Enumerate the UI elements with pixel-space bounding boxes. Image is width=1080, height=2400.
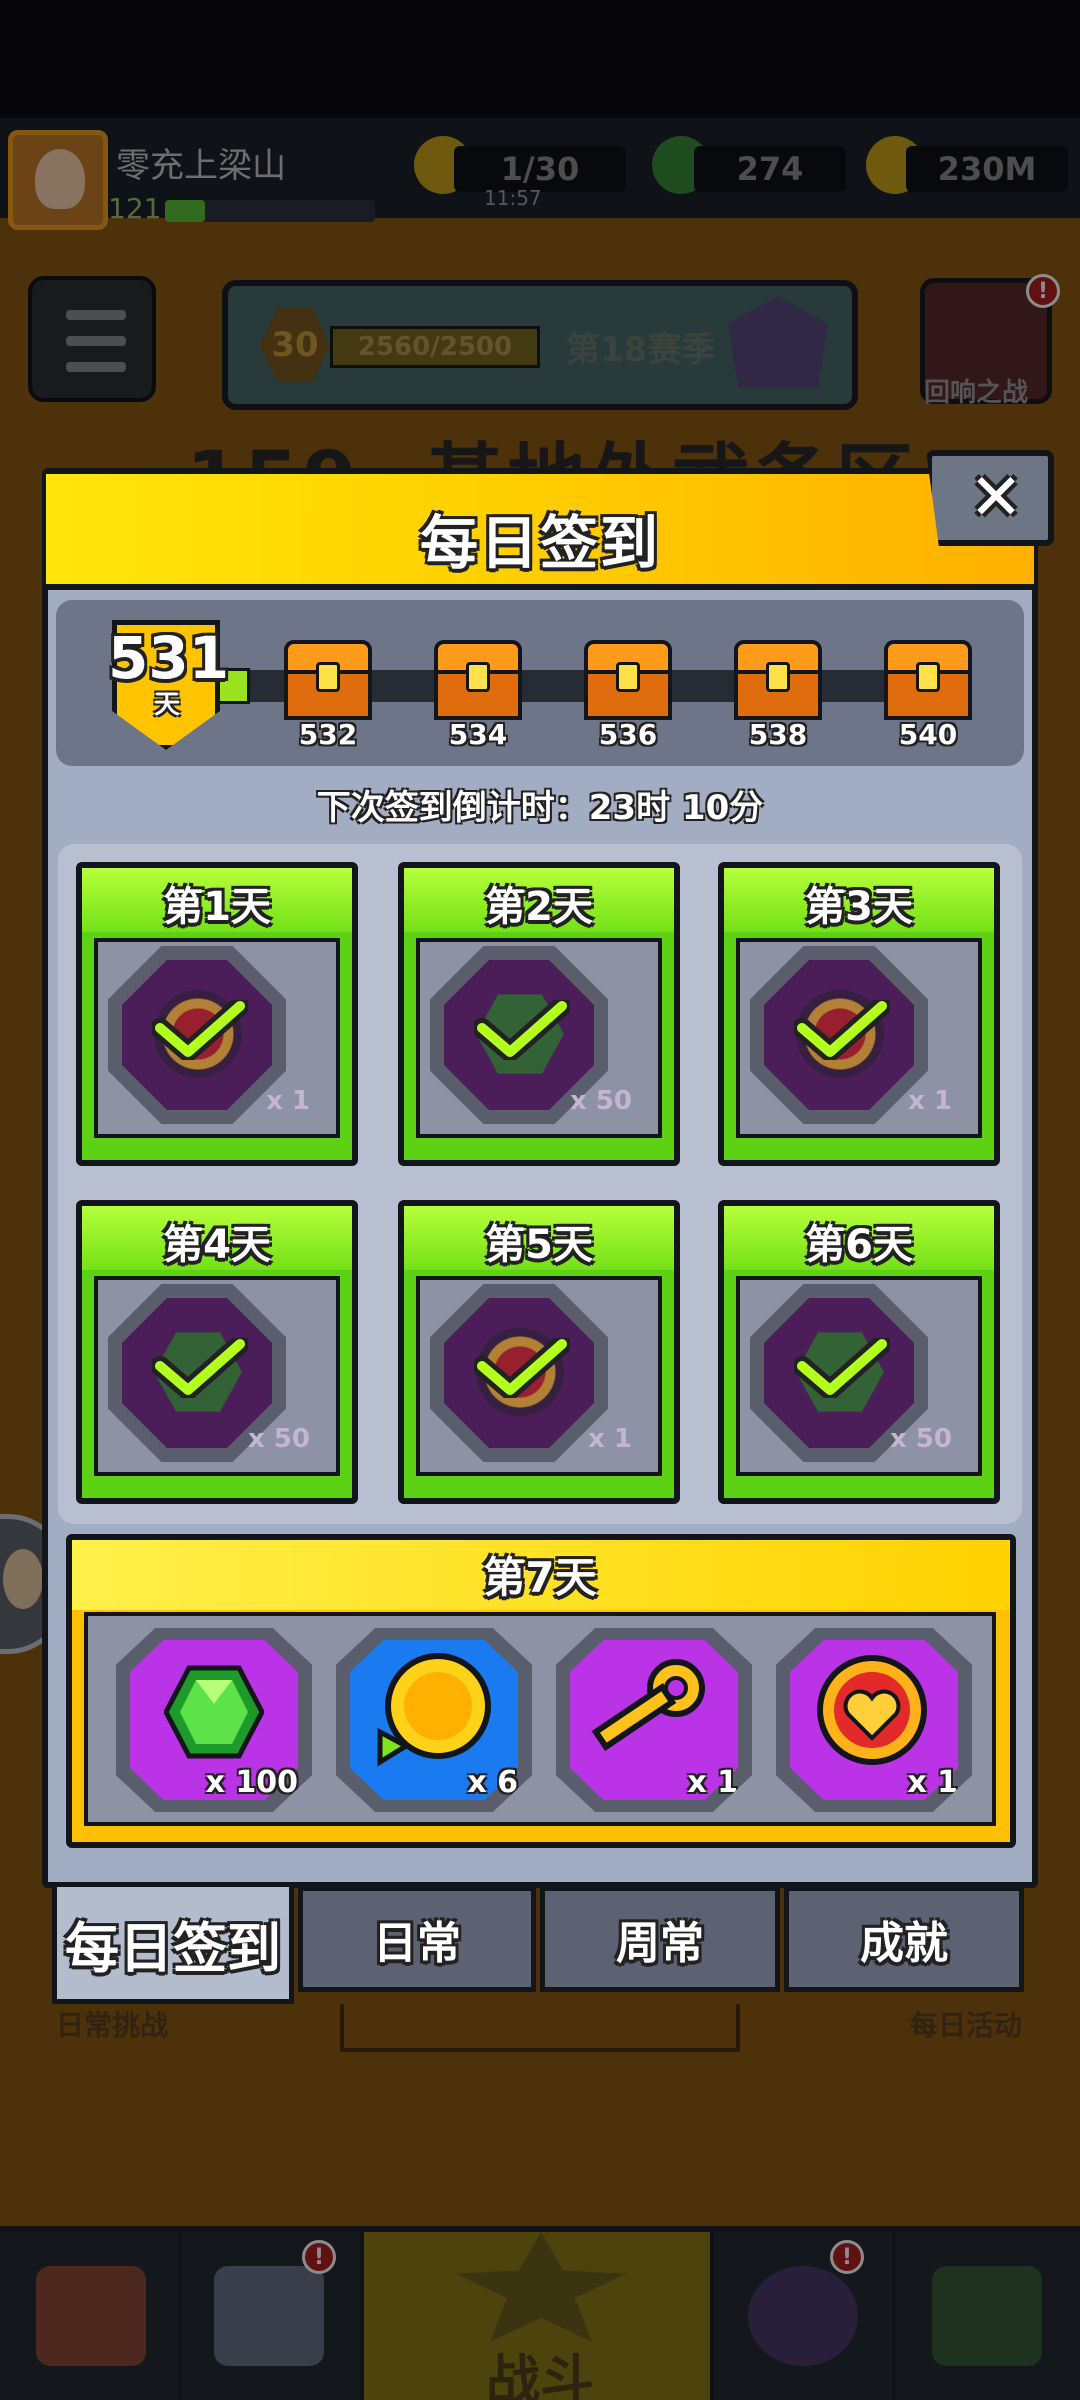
check-icon [152, 1000, 248, 1060]
day-title: 第1天 [163, 884, 271, 930]
tab-label: 日常 [373, 1918, 461, 1969]
reward-qty: x 1 [687, 1765, 738, 1800]
check-icon [794, 1000, 890, 1060]
reward-qty: x 100 [205, 1765, 298, 1800]
reward-slot[interactable]: x 6 [336, 1628, 532, 1812]
reward-qty: x 1 [266, 1086, 310, 1116]
reward-slot[interactable]: x 1 [776, 1628, 972, 1812]
chest-icon[interactable] [284, 640, 372, 722]
tab-label: 成就 [860, 1918, 948, 1969]
reward-qty: x 1 [908, 1086, 952, 1116]
green-gem-icon [164, 1665, 264, 1759]
day-title: 第3天 [805, 884, 913, 930]
check-icon [794, 1338, 890, 1398]
check-icon [474, 1000, 570, 1060]
chest-label: 532 [298, 718, 358, 751]
day-card[interactable]: 第4天 x 50 [76, 1200, 358, 1504]
tab-label: 每日签到 [65, 1916, 281, 1980]
next-checkin-countdown: 下次签到倒计时：23时 10分 [316, 788, 764, 828]
day-card[interactable]: 第6天 x 50 [718, 1200, 1000, 1504]
reward-qty: x 1 [907, 1765, 958, 1800]
gold-coin-icon [377, 1653, 491, 1767]
streak-day-count: 531 [108, 624, 230, 692]
chest-icon[interactable] [434, 640, 522, 722]
tab-achievements[interactable]: 成就 [784, 1886, 1024, 1992]
chest-label: 536 [598, 718, 658, 751]
chest-label: 534 [448, 718, 508, 751]
tab-daily-checkin[interactable]: 每日签到 [52, 1882, 294, 2004]
day-title: 第5天 [485, 1222, 593, 1268]
day-card[interactable]: 第1天 x 1 [76, 862, 358, 1166]
chest-icon[interactable] [884, 640, 972, 722]
key-icon [591, 1659, 705, 1751]
modal-title: 每日签到 [419, 509, 660, 577]
day-card[interactable]: 第3天 x 1 [718, 862, 1000, 1166]
reward-qty: x 50 [247, 1424, 310, 1454]
chest-icon[interactable] [734, 640, 822, 722]
reward-qty: x 1 [588, 1424, 632, 1454]
tab-weekly[interactable]: 周常 [540, 1886, 780, 1992]
reward-qty: x 6 [467, 1765, 518, 1800]
reward-slot[interactable]: x 1 [556, 1628, 752, 1812]
tab-label: 周常 [616, 1918, 704, 1969]
close-icon: ✕ [969, 461, 1023, 535]
check-icon [152, 1338, 248, 1398]
day-title: 第2天 [485, 884, 593, 930]
chest-icon[interactable] [584, 640, 672, 722]
chest-label: 538 [748, 718, 808, 751]
reward-slot[interactable]: x 100 [116, 1628, 312, 1812]
reward-qty: x 50 [569, 1086, 632, 1116]
reward-qty: x 50 [889, 1424, 952, 1454]
day-title: 第4天 [163, 1222, 271, 1268]
day7-title: 第7天 [483, 1553, 597, 1602]
check-icon [474, 1338, 570, 1398]
day-card[interactable]: 第5天 x 1 [398, 1200, 680, 1504]
heart-medal-icon [817, 1655, 927, 1765]
day-card[interactable]: 第2天 x 50 [398, 862, 680, 1166]
streak-day-unit: 天 [153, 690, 180, 720]
tab-daily[interactable]: 日常 [298, 1886, 536, 1992]
day-title: 第6天 [805, 1222, 913, 1268]
chest-label: 540 [898, 718, 958, 751]
close-button[interactable]: ✕ [926, 450, 1054, 546]
